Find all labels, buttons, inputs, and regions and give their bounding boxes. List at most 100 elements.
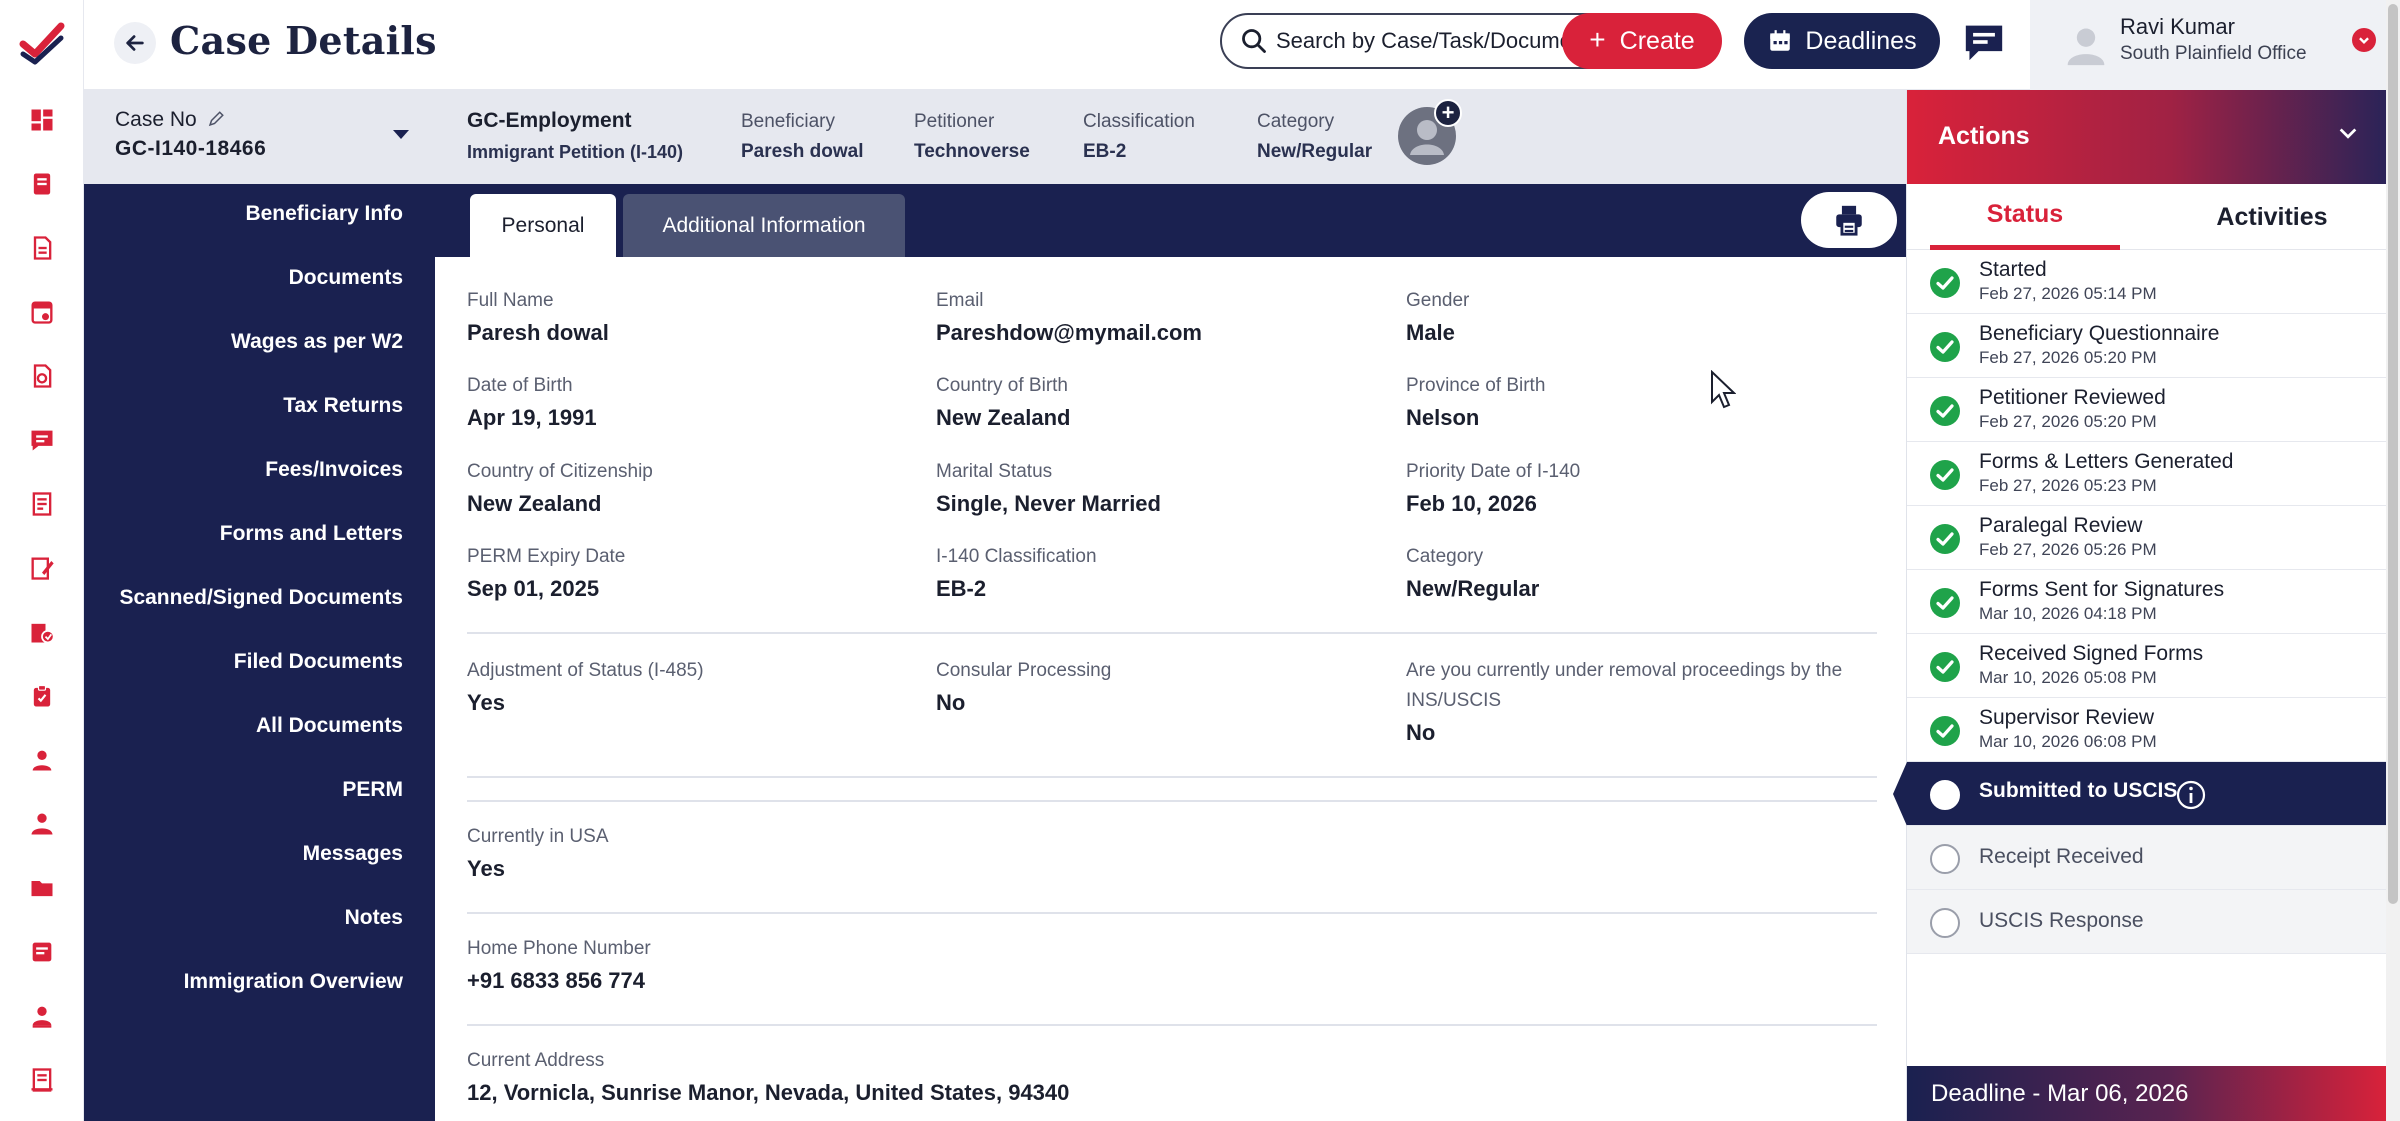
field-category: Category New/Regular bbox=[1406, 546, 1540, 601]
tab-bar: Personal Additional Information bbox=[435, 184, 1906, 257]
sidebar-item-forms-letters[interactable]: Forms and Letters bbox=[220, 522, 403, 546]
back-button[interactable] bbox=[114, 22, 156, 64]
actions-panel: Actions Status Activities Started Feb 27,… bbox=[1893, 90, 2387, 1121]
check-circle-icon bbox=[1930, 716, 1960, 746]
field-current-address: Current Address 12, Vornicla, Sunrise Man… bbox=[467, 1050, 1070, 1105]
field-email: Email Pareshdow@mymail.com bbox=[936, 290, 1202, 345]
field-province-of-birth: Province of Birth Nelson bbox=[1406, 375, 1546, 430]
print-button[interactable] bbox=[1801, 192, 1897, 248]
folder-icon[interactable] bbox=[22, 868, 62, 908]
check-circle-icon bbox=[1930, 396, 1960, 426]
pencil-icon[interactable] bbox=[207, 110, 225, 128]
actions-tabs: Status Activities bbox=[1907, 184, 2387, 250]
sidebar-item-immigration-overview[interactable]: Immigration Overview bbox=[184, 970, 403, 994]
sidebar-item-scanned-signed[interactable]: Scanned/Signed Documents bbox=[119, 586, 403, 610]
app-logo-icon[interactable] bbox=[17, 18, 67, 68]
info-icon[interactable] bbox=[2175, 779, 2207, 811]
status-step[interactable]: Forms Sent for Signatures Mar 10, 2026 04… bbox=[1907, 570, 2387, 634]
book-icon[interactable] bbox=[22, 1060, 62, 1100]
notes-icon[interactable] bbox=[22, 932, 62, 972]
check-circle-icon bbox=[1930, 588, 1960, 618]
assign-user-avatar[interactable]: + bbox=[1398, 99, 1462, 165]
status-step-name: Petitioner Reviewed bbox=[1979, 386, 2166, 409]
tab-status[interactable]: Status bbox=[1930, 184, 2120, 250]
tab-personal[interactable]: Personal bbox=[470, 194, 616, 257]
clipboard-icon[interactable] bbox=[22, 676, 62, 716]
status-step[interactable]: Paralegal Review Feb 27, 2026 05:26 PM bbox=[1907, 506, 2387, 570]
user-icon[interactable] bbox=[22, 740, 62, 780]
dashboard-icon[interactable] bbox=[22, 100, 62, 140]
messages-button[interactable] bbox=[1960, 20, 2008, 64]
status-step[interactable]: Submitted to USCIS bbox=[1893, 762, 2387, 826]
chat-icon[interactable] bbox=[22, 420, 62, 460]
chevron-down-icon[interactable] bbox=[2337, 126, 2359, 142]
arrow-left-icon bbox=[126, 35, 144, 51]
status-step-date: Mar 10, 2026 04:18 PM bbox=[1979, 604, 2157, 623]
create-button-label: Create bbox=[1619, 26, 1695, 55]
sidebar-item-beneficiary-info[interactable]: Beneficiary Info bbox=[245, 202, 403, 226]
create-button[interactable]: + Create bbox=[1562, 13, 1722, 69]
sidebar-item-all-documents[interactable]: All Documents bbox=[256, 714, 403, 738]
status-step[interactable]: Beneficiary Questionnaire Feb 27, 2026 05… bbox=[1907, 314, 2387, 378]
user-menu[interactable]: Ravi Kumar South Plainfield Office bbox=[2030, 0, 2400, 90]
status-step-name: Submitted to USCIS bbox=[1979, 779, 2178, 802]
case-subtype: Immigrant Petition (I-140) bbox=[467, 142, 684, 162]
status-step-name: Supervisor Review bbox=[1979, 706, 2155, 729]
user-office: South Plainfield Office bbox=[2120, 43, 2307, 64]
ledger-icon[interactable] bbox=[22, 484, 62, 524]
cases-icon[interactable] bbox=[22, 164, 62, 204]
case-no-label: Case No bbox=[115, 108, 225, 132]
divider bbox=[467, 912, 1877, 914]
sidebar-item-filed-documents[interactable]: Filed Documents bbox=[234, 650, 403, 674]
tab-activities[interactable]: Activities bbox=[2157, 184, 2387, 250]
add-user-icon[interactable]: + bbox=[1434, 99, 1462, 127]
sidebar-item-documents[interactable]: Documents bbox=[289, 266, 403, 290]
field-priority-date: Priority Date of I-140 Feb 10, 2026 bbox=[1406, 461, 1581, 516]
status-step-date: Mar 10, 2026 06:08 PM bbox=[1979, 732, 2157, 751]
status-step[interactable]: Supervisor Review Mar 10, 2026 06:08 PM bbox=[1907, 698, 2387, 762]
status-step[interactable]: Started Feb 27, 2026 05:14 PM bbox=[1907, 250, 2387, 314]
field-country-of-citizenship: Country of Citizenship New Zealand bbox=[467, 461, 653, 516]
sidebar-item-tax-returns[interactable]: Tax Returns bbox=[283, 394, 403, 418]
plus-icon: + bbox=[1589, 23, 1606, 55]
status-step[interactable]: Received Signed Forms Mar 10, 2026 05:08 … bbox=[1907, 634, 2387, 698]
reports-icon[interactable] bbox=[22, 612, 62, 652]
check-circle-icon bbox=[1930, 652, 1960, 682]
status-step[interactable]: USCIS Response bbox=[1907, 890, 2387, 954]
field-removal-proceedings: Are you currently under removal proceedi… bbox=[1406, 660, 1843, 745]
chevron-down-icon[interactable] bbox=[2352, 28, 2376, 52]
edit-doc-icon[interactable] bbox=[22, 548, 62, 588]
case-dropdown-toggle[interactable] bbox=[392, 128, 410, 146]
printer-icon bbox=[1836, 205, 1862, 236]
case-field-classification: Classification EB-2 bbox=[1083, 111, 1195, 162]
sidebar-item-notes[interactable]: Notes bbox=[345, 906, 403, 930]
team-icon[interactable] bbox=[22, 804, 62, 844]
status-step[interactable]: Receipt Received bbox=[1907, 826, 2387, 890]
forms-icon[interactable] bbox=[22, 356, 62, 396]
search-input[interactable] bbox=[1276, 28, 1606, 54]
sidebar-item-perm[interactable]: PERM bbox=[342, 778, 403, 802]
contact-icon[interactable] bbox=[22, 996, 62, 1036]
page-scrollbar[interactable] bbox=[2386, 0, 2400, 1121]
case-type-label: GC-Employment bbox=[467, 109, 632, 132]
tab-additional-information[interactable]: Additional Information bbox=[623, 194, 905, 257]
avatar bbox=[2067, 28, 2105, 66]
status-step-name: Received Signed Forms bbox=[1979, 642, 2204, 665]
field-country-of-birth: Country of Birth New Zealand bbox=[936, 375, 1071, 430]
status-step[interactable]: Petitioner Reviewed Feb 27, 2026 05:20 PM bbox=[1907, 378, 2387, 442]
deadlines-button[interactable]: Deadlines bbox=[1744, 13, 1940, 69]
case-field-beneficiary: Beneficiary Paresh dowal bbox=[741, 111, 864, 162]
field-adjustment-of-status: Adjustment of Status (I-485) Yes bbox=[467, 660, 704, 715]
calendar-doc-icon[interactable] bbox=[22, 292, 62, 332]
field-consular-processing: Consular Processing No bbox=[936, 660, 1112, 715]
status-step-date: Feb 27, 2026 05:20 PM bbox=[1979, 348, 2157, 367]
sidebar-item-fees-invoices[interactable]: Fees/Invoices bbox=[265, 458, 403, 482]
caret-down-icon bbox=[393, 130, 409, 139]
actions-header[interactable]: Actions bbox=[1907, 90, 2387, 184]
status-step[interactable]: Forms & Letters Generated Feb 27, 2026 05… bbox=[1907, 442, 2387, 506]
sidebar-item-wages[interactable]: Wages as per W2 bbox=[231, 330, 403, 354]
mouse-cursor-icon bbox=[1711, 370, 1736, 409]
documents-icon[interactable] bbox=[22, 228, 62, 268]
sidebar-item-messages[interactable]: Messages bbox=[303, 842, 403, 866]
scrollbar-thumb[interactable] bbox=[2388, 4, 2398, 904]
